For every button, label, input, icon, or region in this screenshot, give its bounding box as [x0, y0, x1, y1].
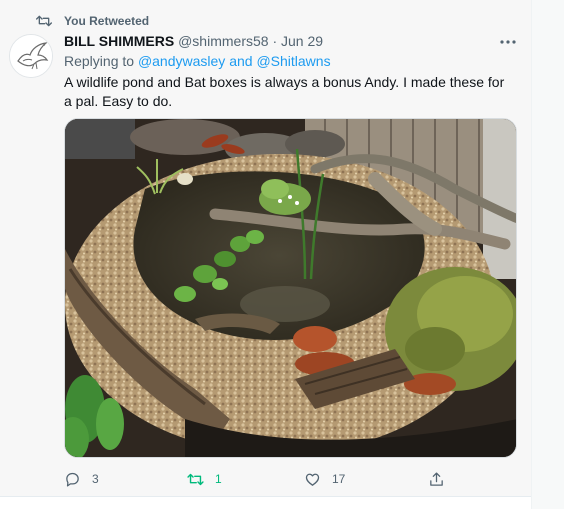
tweet-card[interactable]: You Retweeted BILL SHIMMERS @shimmers58 …: [0, 0, 531, 497]
retweet-banner: You Retweeted: [36, 13, 149, 29]
display-name[interactable]: BILL SHIMMERS: [64, 33, 174, 49]
tweet-text: A wildlife pond and Bat boxes is always …: [64, 74, 505, 109]
tweet-header: BILL SHIMMERS @shimmers58 · Jun 29: [64, 33, 323, 49]
retweet-icon: [36, 15, 52, 27]
replying-to: Replying to @andywasley and @Shitlawns: [64, 53, 331, 69]
share-icon: [430, 471, 443, 486]
right-sidebar-edge: [531, 0, 564, 509]
tweet-actions: 3 1 17: [64, 470, 514, 490]
like-icon: [305, 473, 320, 486]
user-handle[interactable]: @shimmers58: [178, 33, 268, 49]
separator-dot: ·: [272, 33, 278, 49]
mention-link-2[interactable]: @Shitlawns: [256, 53, 330, 69]
replying-prefix: Replying to: [64, 53, 138, 69]
retweet-icon: [187, 473, 204, 485]
bird-avatar-icon: [10, 35, 52, 77]
reply-button[interactable]: 3: [64, 470, 99, 488]
reply-icon: [66, 472, 79, 487]
pond-photo: [65, 119, 516, 457]
tweet-date[interactable]: Jun 29: [281, 33, 323, 49]
like-count: 17: [332, 472, 346, 486]
tweet-media-image[interactable]: [64, 118, 517, 458]
avatar[interactable]: [9, 34, 53, 78]
retweet-banner-text: You Retweeted: [64, 14, 150, 28]
like-button[interactable]: 17: [304, 470, 345, 488]
reply-count: 3: [92, 472, 99, 486]
mention-joiner[interactable]: and: [225, 53, 256, 69]
more-icon[interactable]: [496, 34, 520, 50]
retweet-button[interactable]: 1: [187, 470, 222, 488]
retweet-count: 1: [215, 472, 222, 486]
share-button[interactable]: [428, 470, 456, 488]
mention-link-1[interactable]: @andywasley: [138, 53, 225, 69]
